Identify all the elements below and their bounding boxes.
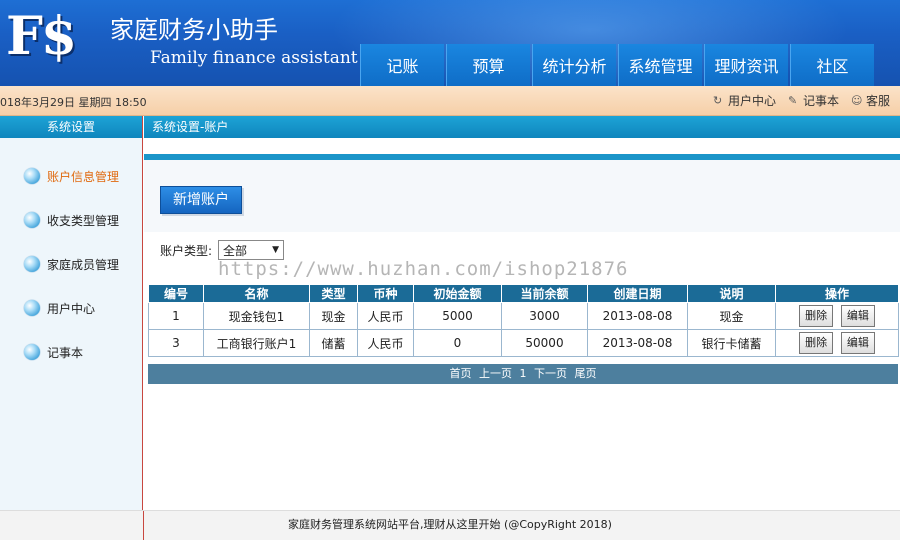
select-value: 全部 — [223, 243, 248, 258]
quick-links: ↻ 用户中心 ✎ 记事本 ☺ 客服 — [713, 92, 890, 109]
cell-currency: 人民币 — [357, 329, 414, 357]
datetime: 018年3月29日 星期四 18:50 — [0, 96, 147, 109]
link-service-label: 客服 — [865, 94, 890, 108]
edit-button[interactable]: 编辑 — [840, 305, 875, 327]
table-row: 1 现金钱包1 现金 人民币 5000 3000 2013-08-08 现金 删… — [148, 302, 899, 330]
sidebar-item-label: 收支类型管理 — [47, 213, 120, 228]
delete-button[interactable]: 删除 — [799, 305, 834, 327]
sidebar-item-label: 账户信息管理 — [47, 169, 120, 184]
col-type: 类型 — [309, 284, 358, 303]
col-initial-amount: 初始金额 — [413, 284, 502, 303]
user-center-icon: ↻ — [712, 93, 723, 107]
footer-text: 家庭财务管理系统网站平台,理财从这里开始 (@CopyRight 2018) — [288, 518, 612, 531]
nav-item-community[interactable]: 社区 — [790, 44, 874, 86]
cell-current-balance: 3000 — [501, 302, 588, 330]
link-service[interactable]: ☺ 客服 — [851, 92, 890, 109]
link-notepad[interactable]: ✎ 记事本 — [788, 92, 839, 109]
sidebar-item-notepad[interactable]: 记事本 — [0, 330, 142, 374]
col-currency: 币种 — [357, 284, 414, 303]
sidebar-item-income-types[interactable]: 收支类型管理 — [0, 198, 142, 242]
notepad-icon: ✎ — [787, 93, 798, 107]
cell-current-balance: 50000 — [501, 329, 588, 357]
delete-button[interactable]: 删除 — [799, 332, 834, 354]
filter-label: 账户类型: — [160, 243, 213, 258]
footer: 家庭财务管理系统网站平台,理财从这里开始 (@CopyRight 2018) — [0, 510, 900, 540]
logo: F$ — [6, 6, 77, 67]
app-title: 家庭财务小助手 — [110, 16, 278, 44]
link-notepad-label: 记事本 — [802, 94, 839, 108]
breadcrumb: 系统设置-账户 — [144, 116, 900, 138]
sidebar-item-label: 家庭成员管理 — [47, 257, 120, 272]
bullet-icon — [24, 344, 40, 360]
app-header: F$ 家庭财务小助手 Family finance assistant 记账 预… — [0, 0, 900, 86]
pager-last[interactable]: 尾页 — [575, 367, 597, 380]
cell-id: 3 — [148, 329, 204, 357]
cell-actions: 删除 编辑 — [775, 302, 899, 330]
table-row: 3 工商银行账户1 储蓄 人民币 0 50000 2013-08-08 银行卡储… — [148, 329, 899, 357]
cell-currency: 人民币 — [357, 302, 414, 330]
sidebar-item-account-info[interactable]: 账户信息管理 — [0, 154, 142, 198]
add-account-button[interactable]: 新增账户 — [160, 186, 242, 214]
account-type-select[interactable]: 全部 ▼ — [218, 240, 285, 260]
chevron-down-icon: ▼ — [272, 245, 280, 255]
account-type-filter: 账户类型: 全部 ▼ — [160, 240, 285, 260]
sidebar-item-label: 用户中心 — [47, 301, 96, 316]
pager-current: 1 — [519, 367, 527, 380]
cell-description: 银行卡储蓄 — [687, 329, 776, 357]
toolbar-area — [144, 160, 900, 232]
main-nav: 记账 预算 统计分析 系统管理 理财资讯 社区 — [360, 44, 876, 86]
cell-initial-amount: 5000 — [413, 302, 502, 330]
table-header-row: 编号 名称 类型 币种 初始金额 当前余额 创建日期 说明 操作 — [148, 284, 899, 303]
cell-id: 1 — [148, 302, 204, 330]
pagination: 首页 上一页 1 下一页 尾页 — [148, 364, 898, 384]
watermark: https://www.huzhan.com/ishop21876 — [218, 258, 629, 280]
footer-divider — [143, 511, 144, 540]
col-current-balance: 当前余额 — [501, 284, 588, 303]
info-bar: 018年3月29日 星期四 18:50 ↻ 用户中心 ✎ 记事本 ☺ 客服 — [0, 86, 900, 116]
sidebar-menu: 账户信息管理 收支类型管理 家庭成员管理 用户中心 记事本 — [0, 138, 142, 374]
pager-next[interactable]: 下一页 — [534, 367, 567, 380]
cell-actions: 删除 编辑 — [775, 329, 899, 357]
cell-created-date: 2013-08-08 — [587, 302, 688, 330]
col-description: 说明 — [687, 284, 776, 303]
link-user-center-label: 用户中心 — [727, 94, 776, 108]
bullet-icon — [24, 256, 40, 272]
accounts-table: 编号 名称 类型 币种 初始金额 当前余额 创建日期 说明 操作 1 现金钱包1… — [148, 284, 899, 357]
sidebar: 系统设置 账户信息管理 收支类型管理 家庭成员管理 用户中心 记事本 — [0, 116, 143, 510]
app-subtitle: Family finance assistant — [150, 48, 358, 68]
sidebar-item-user-center[interactable]: 用户中心 — [0, 286, 142, 330]
edit-button[interactable]: 编辑 — [840, 332, 875, 354]
service-icon: ☺ — [850, 93, 863, 107]
cell-initial-amount: 0 — [413, 329, 502, 357]
cell-type: 储蓄 — [309, 329, 358, 357]
pager-first[interactable]: 首页 — [450, 367, 472, 380]
sidebar-item-label: 记事本 — [47, 345, 84, 360]
sidebar-title: 系统设置 — [0, 116, 142, 138]
cell-type: 现金 — [309, 302, 358, 330]
nav-item-system[interactable]: 系统管理 — [618, 44, 702, 86]
nav-item-finance-news[interactable]: 理财资讯 — [704, 44, 788, 86]
nav-item-statistics[interactable]: 统计分析 — [532, 44, 616, 86]
col-id: 编号 — [148, 284, 204, 303]
col-actions: 操作 — [775, 284, 899, 303]
pager-prev[interactable]: 上一页 — [479, 367, 512, 380]
nav-item-bookkeeping[interactable]: 记账 — [360, 44, 444, 86]
link-user-center[interactable]: ↻ 用户中心 — [713, 92, 776, 109]
cell-description: 现金 — [687, 302, 776, 330]
main-panel: 系统设置-账户 新增账户 账户类型: 全部 ▼ https://www.huzh… — [144, 116, 900, 510]
cell-created-date: 2013-08-08 — [587, 329, 688, 357]
bullet-icon — [24, 212, 40, 228]
cell-name: 现金钱包1 — [203, 302, 310, 330]
nav-item-budget[interactable]: 预算 — [446, 44, 530, 86]
sidebar-item-family-members[interactable]: 家庭成员管理 — [0, 242, 142, 286]
bullet-icon — [24, 300, 40, 316]
col-name: 名称 — [203, 284, 310, 303]
bullet-icon — [24, 168, 40, 184]
col-created-date: 创建日期 — [587, 284, 688, 303]
cell-name: 工商银行账户1 — [203, 329, 310, 357]
